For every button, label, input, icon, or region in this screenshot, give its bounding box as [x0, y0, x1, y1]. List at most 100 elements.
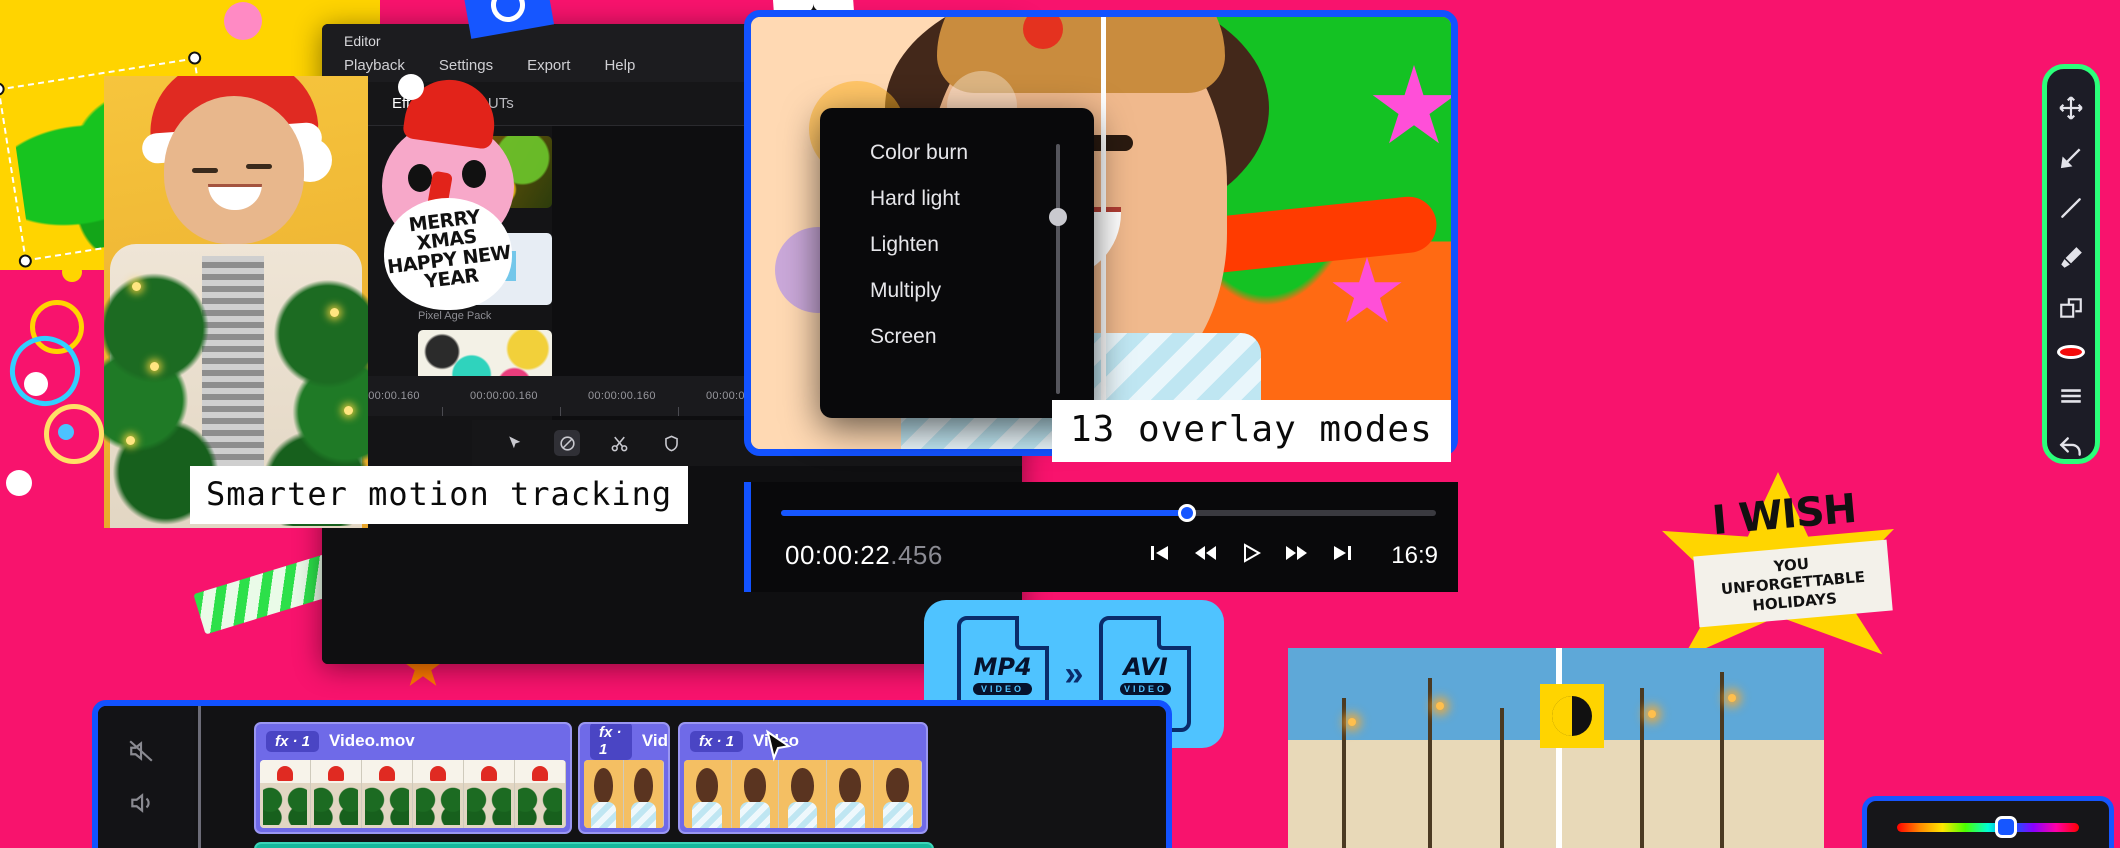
fairy-light [132, 282, 141, 291]
caption-motion-tracking: Smarter motion tracking [190, 466, 689, 524]
before-after-split-line[interactable] [1101, 17, 1106, 449]
ruler-tick-label: 00:00:00.160 [470, 390, 538, 402]
confetti-dot [6, 470, 32, 496]
clip-thumbnail [362, 760, 413, 828]
file-card-content: MP4 VIDEO [973, 653, 1032, 695]
blend-mode-multiply[interactable]: Multiply [820, 268, 1094, 314]
line-tool-icon[interactable] [2057, 195, 2085, 221]
clip-header: fx · 1 Music.mp4 [256, 844, 932, 848]
fx-badge[interactable]: fx · 1 [690, 730, 744, 752]
file-type-label: VIDEO [973, 683, 1032, 695]
face [164, 96, 304, 244]
tree-branch [1428, 678, 1432, 848]
rewind-icon[interactable] [1193, 541, 1217, 570]
menu-item-help[interactable]: Help [604, 57, 635, 74]
timeline-playhead[interactable] [198, 706, 201, 848]
mask-disable-icon[interactable] [554, 430, 580, 456]
clip-header: fx · 1 Video [680, 724, 926, 758]
arrow-tool-icon[interactable] [2057, 145, 2085, 171]
file-format-label: AVI [1123, 653, 1168, 681]
progress-fill [781, 510, 1188, 516]
shield-stabilize-icon[interactable] [658, 430, 684, 456]
confetti-dot [24, 372, 48, 396]
clip-header: fx · 1 Vid [580, 724, 668, 760]
timeline-clip[interactable]: fx · 1 Vid [578, 722, 670, 834]
shapes-tool-icon[interactable] [2057, 295, 2085, 321]
clip-thumbnail [515, 760, 566, 828]
blend-mode-lighten[interactable]: Lighten [820, 222, 1094, 268]
progress-knob[interactable] [1178, 504, 1197, 522]
clip-thumbnails [684, 760, 922, 828]
hue-slider[interactable] [1897, 816, 2079, 838]
track-header [98, 706, 194, 848]
cursor-arrow-icon [758, 728, 798, 768]
before-after-split-line[interactable] [1556, 648, 1562, 848]
undo-tool-icon[interactable] [2057, 433, 2085, 459]
clip-thumbnail [684, 760, 732, 828]
fx-badge[interactable]: fx · 1 [266, 730, 320, 752]
clip-thumbnail [311, 760, 362, 828]
clip-name: Video.mov [329, 731, 415, 750]
timecode-milliseconds: .456 [890, 540, 943, 570]
clip-thumbnail [584, 760, 624, 828]
file-card-content: AVI VIDEO [1119, 653, 1171, 695]
overlay-modes-dropdown[interactable]: Color burn Hard light Lighten Multiply S… [820, 108, 1094, 418]
ruler-tick-label: 00:00:00.160 [588, 390, 656, 402]
aspect-ratio-label[interactable]: 16:9 [1391, 542, 1438, 570]
clip-thumbnail [779, 760, 827, 828]
cursor-select-icon[interactable] [502, 430, 528, 456]
sticker-eye-right [462, 160, 486, 188]
clip-thumbnail [464, 760, 515, 828]
menu-item-export[interactable]: Export [527, 57, 570, 74]
blend-mode-color-burn[interactable]: Color burn [820, 130, 1094, 176]
record-tool-icon[interactable] [2057, 345, 2085, 359]
clip-thumbnail [624, 760, 664, 828]
sticker-hat-pom [398, 74, 424, 100]
clip-thumbnail [731, 760, 780, 828]
warm-light [1648, 710, 1656, 718]
warm-light [1728, 694, 1736, 702]
file-format-label: MP4 [973, 653, 1032, 681]
tree-branch [1720, 672, 1724, 848]
menu-tool-icon[interactable] [2057, 383, 2085, 409]
eye-right [246, 164, 272, 169]
playback-progress[interactable] [781, 504, 1436, 522]
menu-item-playback[interactable]: Playback [344, 57, 405, 74]
mute-video-icon[interactable] [128, 738, 154, 769]
timeline-clip[interactable]: fx · 1 Video.mov [254, 722, 572, 834]
blend-mode-screen[interactable]: Screen [820, 314, 1094, 360]
scissors-cut-icon[interactable] [606, 430, 632, 456]
marker-tool-icon[interactable] [2057, 245, 2085, 271]
clip-thumbnail [826, 760, 875, 828]
photo-winter-branches [1288, 648, 1824, 848]
confetti-ring [0, 326, 90, 416]
timeline-clip-audio[interactable]: fx · 1 Music.mp4 [254, 842, 934, 848]
fast-forward-icon[interactable] [1285, 541, 1309, 570]
player-controls-bar: 00:00:22.456 16:9 [744, 482, 1458, 592]
skip-start-icon[interactable] [1147, 541, 1171, 570]
transport-row: 00:00:22.456 16:9 [785, 540, 1438, 571]
move-tool-icon[interactable] [2057, 95, 2085, 121]
conversion-arrow-icon: » [1064, 654, 1084, 693]
dropdown-scrollbar[interactable] [1049, 144, 1067, 394]
hue-slider-knob[interactable] [1995, 816, 2018, 838]
timeline-clip[interactable]: fx · 1 Video [678, 722, 928, 834]
clip-thumbnails [584, 760, 664, 828]
timecode-display: 00:00:22.456 [785, 540, 943, 571]
warm-light [1348, 718, 1356, 726]
transport-controls [1147, 541, 1355, 570]
scrollbar-thumb[interactable] [1049, 208, 1067, 226]
skip-end-icon[interactable] [1331, 541, 1355, 570]
ruler-tick [442, 407, 443, 416]
caption-overlay-modes: 13 overlay modes [1052, 400, 1451, 462]
clip-thumbnail [260, 760, 311, 828]
clip-name: Vid [641, 731, 668, 750]
volume-audio-icon[interactable] [128, 790, 154, 821]
fairy-light [330, 308, 339, 317]
fairy-light [126, 436, 135, 445]
warm-light [1436, 702, 1444, 710]
ruler-tick [560, 407, 561, 416]
fx-badge[interactable]: fx · 1 [590, 724, 632, 760]
menu-item-settings[interactable]: Settings [439, 57, 493, 74]
play-icon[interactable] [1239, 541, 1263, 570]
